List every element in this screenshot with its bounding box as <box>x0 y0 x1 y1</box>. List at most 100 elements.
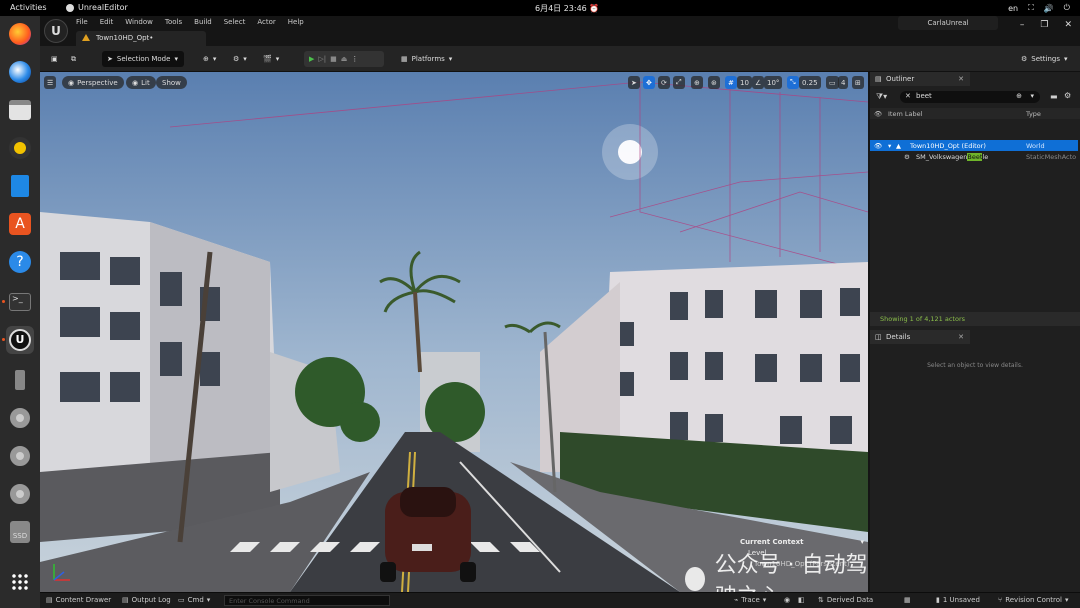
files-icon[interactable] <box>6 96 34 124</box>
translate-tool-icon[interactable]: ✥ <box>643 76 655 89</box>
language-indicator[interactable]: en <box>1008 4 1018 13</box>
perspective-button[interactable]: ◉ Perspective <box>62 76 124 89</box>
eject-icon[interactable]: ⏏ <box>341 55 348 63</box>
volume-icon[interactable]: 🔊 <box>1044 4 1054 13</box>
blueprints-button[interactable]: ⚙ ▾ <box>228 51 252 67</box>
grid-snap-value[interactable]: 10 <box>737 76 752 89</box>
minimize-icon[interactable]: – <box>1020 20 1025 30</box>
rhythmbox-icon[interactable] <box>6 134 34 162</box>
platforms-button[interactable]: ▦ Platforms ▾ <box>396 51 457 67</box>
outliner-tab[interactable]: ▤ Outliner ✕ <box>870 72 970 86</box>
disk-icon[interactable] <box>6 442 34 470</box>
level-viewport[interactable]: ☰ ◉ Perspective ◉ Lit Show ➤ ✥ ⟳ ⤢ ⊕ ⊛ # 1… <box>40 72 868 592</box>
clock[interactable]: 6月4日 23:46 ⏰ <box>535 3 599 14</box>
ssd-drive-icon[interactable]: SSD <box>6 518 34 546</box>
camera-speed-value[interactable]: 4 <box>838 76 849 89</box>
play-icon[interactable]: ▶ <box>309 55 314 63</box>
filter-icon[interactable]: ⧩▾ <box>876 92 887 102</box>
unreal-logo-icon[interactable]: U <box>44 19 68 43</box>
lit-button[interactable]: ◉ Lit <box>126 76 156 89</box>
show-button[interactable]: Show <box>156 76 187 89</box>
surface-snap-icon[interactable]: ⊛ <box>708 76 720 89</box>
viewport-menu-icon[interactable]: ☰ <box>44 76 57 89</box>
grid-snap-icon[interactable]: # <box>725 76 737 89</box>
activities-button[interactable]: Activities <box>10 3 47 12</box>
close-icon[interactable]: ✕ <box>1064 20 1072 30</box>
revision-control-button[interactable]: ⑂ Revision Control ▾ <box>998 596 1069 604</box>
menu-tools[interactable]: Tools <box>165 18 182 26</box>
browse-content-icon[interactable]: ⧉ <box>66 51 81 67</box>
window-controls: – ❐ ✕ <box>1020 20 1072 30</box>
expand-arrow-icon[interactable]: ▾ <box>888 142 891 150</box>
camera-speed-icon[interactable]: ▭ <box>826 76 839 89</box>
advance-frame-icon[interactable]: ▷| <box>318 55 326 63</box>
thunderbird-icon[interactable] <box>6 58 34 86</box>
outliner-search-input[interactable]: ✕ beet ⊕ ▾ <box>900 91 1040 103</box>
cmd-dropdown[interactable]: ▭ Cmd ▾ <box>178 596 210 604</box>
chevron-down-icon[interactable]: ▾ <box>860 538 864 546</box>
details-tab[interactable]: ◫ Details ✕ <box>870 330 970 344</box>
stop-icon[interactable]: ■ <box>330 55 337 63</box>
selection-mode-dropdown[interactable]: ➤ Selection Mode ▾ <box>102 51 184 67</box>
settings-button[interactable]: ⚙ Settings ▾ <box>1016 51 1073 67</box>
output-log-button[interactable]: ▤ Output Log <box>122 596 171 604</box>
maximize-viewport-icon[interactable]: ⊞ <box>852 76 864 89</box>
active-app-menu[interactable]: UnrealEditor <box>66 3 128 12</box>
add-actor-button[interactable]: ⊕ ▾ <box>198 51 221 67</box>
network-icon[interactable]: ⛶ <box>1028 3 1034 13</box>
console-command-input[interactable]: Enter Console Command <box>224 595 390 606</box>
libreoffice-writer-icon[interactable] <box>6 172 34 200</box>
derived-data-button[interactable]: ⇅ Derived Data <box>818 596 873 604</box>
source-control-icon[interactable]: ▦ <box>904 596 911 604</box>
chevron-down-icon[interactable]: ▾ <box>1030 92 1034 100</box>
col-item-label[interactable]: Item Label <box>888 110 922 118</box>
menu-file[interactable]: File <box>76 18 88 26</box>
close-icon[interactable]: ✕ <box>958 333 964 341</box>
menu-window[interactable]: Window <box>125 18 153 26</box>
usb-drive-icon[interactable] <box>6 366 34 394</box>
rotation-snap-icon[interactable]: ∠ <box>752 76 765 89</box>
folder-add-icon[interactable]: ▬ <box>1050 92 1058 101</box>
col-type[interactable]: Type <box>1026 110 1041 118</box>
record-icon[interactable]: ◉ <box>784 596 790 604</box>
power-icon[interactable]: ⏻ <box>1064 3 1070 13</box>
cinematics-button[interactable]: 🎬 ▾ <box>258 51 284 67</box>
outliner-row-beetle[interactable]: ⚙ SM_VolkswagenBeetle StaticMeshActo <box>870 151 1078 162</box>
content-drawer-button[interactable]: ▤ Content Drawer <box>46 596 111 604</box>
clear-search-icon[interactable]: ✕ <box>905 92 911 100</box>
software-center-icon[interactable]: A <box>6 210 34 238</box>
menu-actor[interactable]: Actor <box>257 18 275 26</box>
outliner-row-world[interactable]: 👁 ▾ ▲ Town10HD_Opt (Editor) World <box>870 140 1078 151</box>
menu-select[interactable]: Select <box>224 18 246 26</box>
maximize-icon[interactable]: ❐ <box>1040 20 1048 30</box>
level-tab[interactable]: Town10HD_Opt• <box>76 31 206 46</box>
world-space-icon[interactable]: ⊕ <box>691 76 703 89</box>
close-icon[interactable]: ✕ <box>958 75 964 83</box>
rotate-tool-icon[interactable]: ⟳ <box>658 76 670 89</box>
scale-snap-icon[interactable]: ⤡ <box>787 76 799 89</box>
terminal-icon[interactable]: >_ <box>6 288 34 316</box>
select-tool-icon[interactable]: ➤ <box>628 76 640 89</box>
disk-icon[interactable] <box>6 404 34 432</box>
more-icon[interactable]: ⋮ <box>351 55 358 63</box>
menu-build[interactable]: Build <box>194 18 212 26</box>
save-icon[interactable]: ▣ <box>46 51 63 67</box>
visibility-eye-icon[interactable]: 👁 <box>874 142 882 150</box>
menu-edit[interactable]: Edit <box>100 18 114 26</box>
add-filter-icon[interactable]: ⊕ <box>1016 92 1022 100</box>
rotation-snap-value[interactable]: 10° <box>764 76 783 89</box>
disk-icon[interactable] <box>6 480 34 508</box>
visibility-column-icon[interactable]: 👁 <box>874 110 882 118</box>
trace-dropdown[interactable]: ⌁ Trace ▾ <box>734 596 766 604</box>
scale-snap-value[interactable]: 0.25 <box>799 76 821 89</box>
screenshot-icon[interactable]: ◧ <box>798 596 805 604</box>
show-apps-icon[interactable] <box>6 568 34 596</box>
unsaved-button[interactable]: ▮ 1 Unsaved <box>936 596 980 604</box>
scale-tool-icon[interactable]: ⤢ <box>673 76 685 89</box>
help-icon[interactable]: ? <box>6 248 34 276</box>
gear-icon[interactable]: ⚙ <box>1064 91 1071 100</box>
firefox-icon[interactable] <box>6 20 34 48</box>
revision-control-icon: ⑂ <box>998 596 1003 604</box>
unreal-editor-icon[interactable]: U <box>6 326 34 354</box>
menu-help[interactable]: Help <box>288 18 304 26</box>
